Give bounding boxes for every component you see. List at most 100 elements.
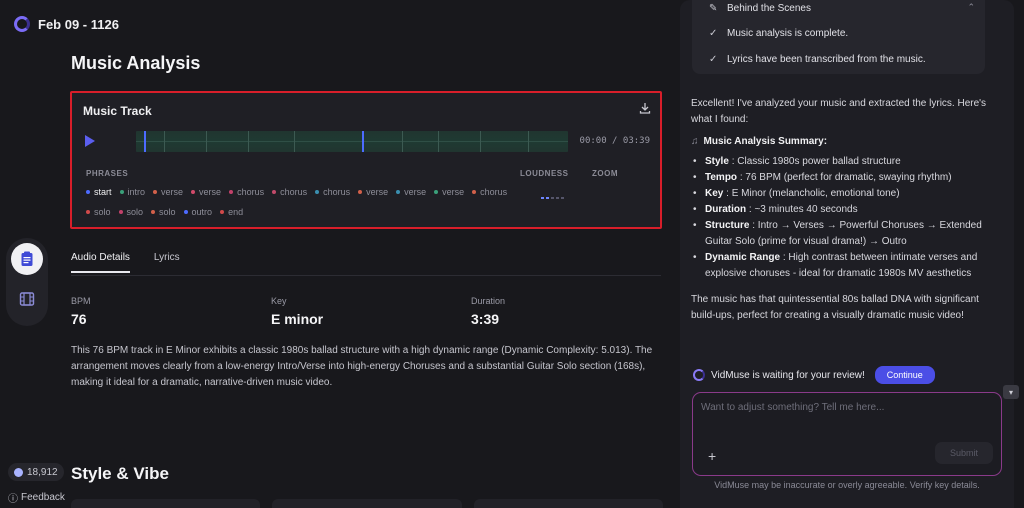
stat-bpm: BPM 76 xyxy=(71,296,91,327)
bullet-icon: • xyxy=(693,252,697,263)
page-title: Music Analysis xyxy=(71,53,201,73)
phrase-item[interactable]: end xyxy=(220,206,243,218)
phrase-dot xyxy=(472,190,477,194)
scroll-icon[interactable]: ▾ xyxy=(1003,385,1019,399)
bullet-icon: • xyxy=(693,204,697,215)
waiting-text: VidMuse is waiting for your review! xyxy=(711,369,865,381)
phrase-marker xyxy=(402,131,403,152)
summary-key: Key xyxy=(705,188,724,199)
stat-value: E minor xyxy=(271,311,324,327)
assistant-message: Excellent! I've analyzed your music and … xyxy=(691,96,989,330)
phrase-item[interactable]: start xyxy=(86,186,112,198)
loudness-indicator[interactable] xyxy=(541,197,564,199)
summary-key: Tempo xyxy=(705,172,738,183)
summary-item: • Duration : ~3 minutes 40 seconds xyxy=(691,202,989,218)
logo-icon xyxy=(14,16,30,32)
summary-text: Dynamic Range : High contrast between in… xyxy=(705,250,989,282)
phrase-item[interactable]: intro xyxy=(119,186,145,198)
check-icon: ✓ xyxy=(709,28,718,39)
style-card[interactable] xyxy=(71,499,261,508)
tab-lyrics[interactable]: Lyrics xyxy=(154,252,180,273)
phrase-item[interactable]: chorus xyxy=(229,186,264,198)
phrase-dot xyxy=(86,190,90,194)
phrase-item[interactable]: verse xyxy=(153,186,183,198)
loudness-dot xyxy=(541,197,544,199)
phrase-item[interactable]: verse xyxy=(434,186,464,198)
phrase-item[interactable]: solo xyxy=(86,206,111,218)
summary-text: Duration : ~3 minutes 40 seconds xyxy=(705,202,858,218)
stat-duration: Duration 3:39 xyxy=(471,296,505,327)
phrase-dot xyxy=(118,210,123,214)
tab-audio-details[interactable]: Audio Details xyxy=(71,252,130,273)
chat-input[interactable] xyxy=(701,402,991,432)
scene-item-text: Music analysis is complete. xyxy=(727,28,849,39)
scene-item: ✓ Music analysis is complete. xyxy=(709,28,848,39)
phrase-item[interactable]: chorus xyxy=(315,186,350,198)
summary-heading: ♫ Music Analysis Summary: xyxy=(691,134,989,150)
summary-value: : E Minor (melancholic, emotional tone) xyxy=(726,188,900,199)
vidmuse-logo-icon xyxy=(693,369,705,381)
phrase-dot xyxy=(151,210,156,214)
style-card[interactable] xyxy=(473,499,663,508)
phrase-item[interactable]: chorus xyxy=(472,186,507,198)
tab-divider xyxy=(71,275,661,276)
phrases-label: PHRASES xyxy=(86,169,129,178)
clipboard-nav-button[interactable] xyxy=(11,243,43,275)
phrase-dot xyxy=(358,190,363,194)
phrase-label: solo xyxy=(126,207,144,217)
loudness-dot xyxy=(556,197,559,199)
bullet-icon: • xyxy=(693,172,697,183)
phrase-item[interactable]: verse xyxy=(396,186,426,198)
style-cards-row xyxy=(71,499,663,508)
phrase-label: verse xyxy=(366,187,389,197)
scenes-header[interactable]: ✎ Behind the Scenes xyxy=(709,3,811,14)
summary-text: Structure : Intro → Verses → Powerful Ch… xyxy=(705,218,989,250)
style-card[interactable] xyxy=(272,499,462,508)
phrase-dot xyxy=(229,190,234,194)
film-nav-button[interactable] xyxy=(11,283,43,315)
summary-text: Key : E Minor (melancholic, emotional to… xyxy=(705,186,900,202)
summary-text: Style : Classic 1980s power ballad struc… xyxy=(705,154,901,170)
phrase-item[interactable]: verse xyxy=(358,186,388,198)
submit-button[interactable]: Submit xyxy=(935,442,993,464)
phrase-marker xyxy=(164,131,165,152)
project-title: Feb 09 - 1126 xyxy=(38,16,119,32)
detail-tabs: Audio Details Lyrics xyxy=(71,252,180,273)
phrase-item[interactable]: outro xyxy=(183,206,212,218)
loudness-dot xyxy=(546,197,549,199)
zoom-label: ZOOM xyxy=(592,169,618,178)
summary-value: : ~3 minutes 40 seconds xyxy=(748,204,858,215)
waveform[interactable] xyxy=(136,131,568,152)
phrase-item[interactable]: verse xyxy=(191,186,221,198)
summary-item: • Style : Classic 1980s power ballad stru… xyxy=(691,154,989,170)
phrase-marker xyxy=(206,131,207,152)
scenes-title: Behind the Scenes xyxy=(727,3,811,14)
attach-plus-icon[interactable]: + xyxy=(708,448,716,464)
track-title: Music Track xyxy=(83,104,152,118)
stat-label: BPM xyxy=(71,296,91,306)
summary-value: : Classic 1980s power ballad structure xyxy=(731,156,901,167)
track-time: 00:00 / 03:39 xyxy=(579,136,650,146)
phrase-item[interactable]: solo xyxy=(118,206,144,218)
phrase-item[interactable]: chorus xyxy=(272,186,307,198)
phrase-dot xyxy=(119,190,124,194)
credits-icon xyxy=(14,467,23,477)
chat-panel: ✎ Behind the Scenes ⌃ ✓ Music analysis i… xyxy=(680,0,1014,508)
phrase-dot xyxy=(434,190,439,194)
feedback-link[interactable]: ⓘ Feedback xyxy=(8,490,65,505)
loudness-label: LOUDNESS xyxy=(520,169,569,178)
playhead-marker[interactable] xyxy=(144,131,146,152)
phrase-marker xyxy=(480,131,481,152)
music-track-card: Music Track 00:00 / 03:39 PHRASES LOUDNE… xyxy=(70,91,662,229)
continue-button[interactable]: Continue xyxy=(874,366,935,384)
message-closing: The music has that quintessential 80s ba… xyxy=(691,294,979,321)
summary-key: Style xyxy=(705,156,729,167)
collapse-icon[interactable]: ⌃ xyxy=(967,2,975,13)
download-icon[interactable] xyxy=(638,101,652,115)
play-icon[interactable] xyxy=(85,135,95,147)
phrase-item[interactable]: solo xyxy=(151,206,176,218)
style-vibe-title: Style & Vibe xyxy=(71,464,169,483)
summary-item: • Structure : Intro → Verses → Powerful C… xyxy=(691,218,989,250)
credits-badge[interactable]: 18,912 xyxy=(8,463,64,481)
help-icon: ⓘ xyxy=(8,494,18,505)
